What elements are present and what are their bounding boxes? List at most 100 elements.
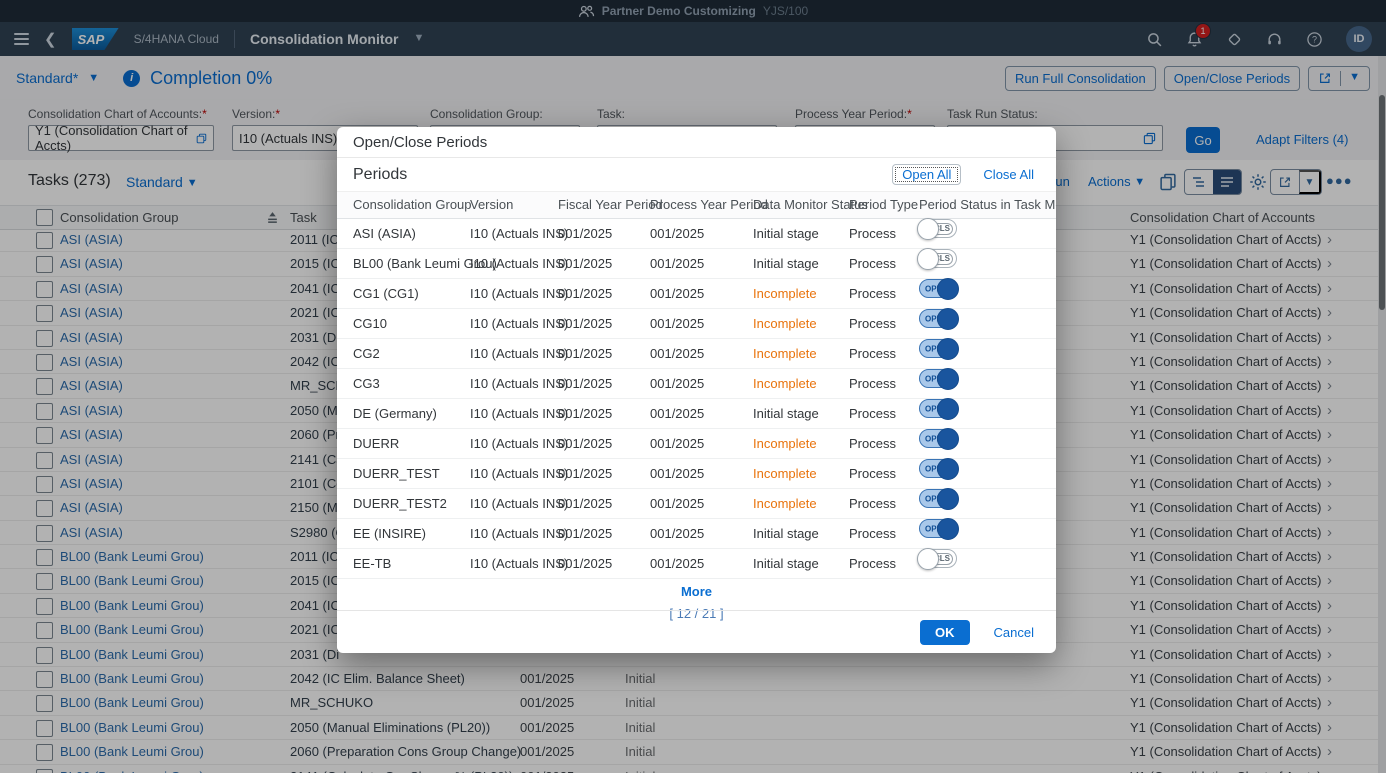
toggle-knob — [917, 548, 939, 570]
dialog-row-period-type: Process — [849, 459, 896, 488]
dialog-row-dm-status: Initial stage — [753, 219, 819, 248]
dialog-row-dm-status: Incomplete — [753, 369, 817, 398]
open-all-button[interactable]: Open All — [892, 164, 961, 185]
dialog-row-version: I10 (Actuals INS) — [470, 279, 568, 308]
period-status-toggle[interactable]: CLS — [919, 249, 957, 268]
toggle-knob — [937, 338, 959, 360]
dialog-row: EE (INSIRE) I10 (Actuals INS) 001/2025 0… — [337, 519, 1056, 549]
dialog-row-period-type: Process — [849, 249, 896, 278]
dialog-row: DUERR I10 (Actuals INS) 001/2025 001/202… — [337, 429, 1056, 459]
dialog-row: CG10 I10 (Actuals INS) 001/2025 001/2025… — [337, 309, 1056, 339]
toggle-knob — [937, 428, 959, 450]
ok-button[interactable]: OK — [920, 620, 970, 645]
dialog-row-period-type: Process — [849, 489, 896, 518]
dialog-row-fiscal: 001/2025 — [558, 309, 612, 338]
dialog-row-fiscal: 001/2025 — [558, 429, 612, 458]
period-status-toggle[interactable]: OPN — [919, 369, 957, 388]
dialog-row: ASI (ASIA) I10 (Actuals INS) 001/2025 00… — [337, 219, 1056, 249]
toggle-knob — [937, 458, 959, 480]
period-status-toggle[interactable]: OPN — [919, 339, 957, 358]
dialog-row-group: EE-TB — [353, 549, 391, 578]
dialog-row-process: 001/2025 — [650, 519, 704, 548]
dialog-row-fiscal: 001/2025 — [558, 459, 612, 488]
dialog-row-version: I10 (Actuals INS) — [470, 459, 568, 488]
periods-panel-header: Periods Open All Close All — [337, 158, 1056, 191]
dialog-row-fiscal: 001/2025 — [558, 369, 612, 398]
period-status-toggle[interactable]: OPN — [919, 309, 957, 328]
more-link[interactable]: More — [337, 584, 1056, 599]
dialog-row-dm-status: Incomplete — [753, 489, 817, 518]
dialog-row: DUERR_TEST I10 (Actuals INS) 001/2025 00… — [337, 459, 1056, 489]
dialog-row-process: 001/2025 — [650, 459, 704, 488]
dialog-row-process: 001/2025 — [650, 339, 704, 368]
dialog-row-process: 001/2025 — [650, 369, 704, 398]
dialog-row-dm-status: Initial stage — [753, 399, 819, 428]
toggle-knob — [937, 488, 959, 510]
toggle-knob — [937, 278, 959, 300]
toggle-knob — [917, 218, 939, 240]
dialog-row-version: I10 (Actuals INS) — [470, 249, 568, 278]
dialog-row-dm-status: Initial stage — [753, 249, 819, 278]
period-status-toggle[interactable]: OPN — [919, 459, 957, 478]
dialog-row-period-type: Process — [849, 369, 896, 398]
dialog-row-process: 001/2025 — [650, 219, 704, 248]
dialog-row-group: CG3 — [353, 369, 380, 398]
dialog-footer: OK Cancel — [337, 610, 1056, 653]
toggle-knob — [937, 518, 959, 540]
toggle-knob — [937, 368, 959, 390]
dialog-row: DE (Germany) I10 (Actuals INS) 001/2025 … — [337, 399, 1056, 429]
dialog-row-period-type: Process — [849, 399, 896, 428]
period-status-toggle[interactable]: OPN — [919, 489, 957, 508]
dialog-row-fiscal: 001/2025 — [558, 249, 612, 278]
dialog-row-period-type: Process — [849, 429, 896, 458]
toggle-knob — [917, 248, 939, 270]
dialog-row-version: I10 (Actuals INS) — [470, 309, 568, 338]
dialog-row-process: 001/2025 — [650, 309, 704, 338]
dialog-row-group: CG1 (CG1) — [353, 279, 419, 308]
dialog-row-group: DUERR_TEST2 — [353, 489, 447, 518]
cancel-button[interactable]: Cancel — [988, 624, 1040, 641]
dialog-row-version: I10 (Actuals INS) — [470, 549, 568, 578]
dialog-row-process: 001/2025 — [650, 249, 704, 278]
dialog-row-process: 001/2025 — [650, 549, 704, 578]
period-status-toggle[interactable]: OPN — [919, 399, 957, 418]
dialog-column-fiscal: Fiscal Year Period — [558, 192, 663, 218]
dialog-row-dm-status: Incomplete — [753, 459, 817, 488]
dialog-row-dm-status: Initial stage — [753, 519, 819, 548]
dialog-row-process: 001/2025 — [650, 399, 704, 428]
dialog-row-process: 001/2025 — [650, 489, 704, 518]
dialog-row-group: DUERR_TEST — [353, 459, 440, 488]
dialog-row-dm-status: Incomplete — [753, 309, 817, 338]
period-status-toggle[interactable]: OPN — [919, 519, 957, 538]
open-close-periods-dialog: Open/Close Periods Periods Open All Clos… — [337, 127, 1056, 653]
dialog-row-group: DUERR — [353, 429, 399, 458]
dialog-row-period-type: Process — [849, 219, 896, 248]
dialog-column-period-status: Period Status in Task Monitor — [919, 192, 1056, 218]
close-all-button[interactable]: Close All — [977, 166, 1040, 183]
dialog-row-dm-status: Initial stage — [753, 549, 819, 578]
dialog-row-dm-status: Incomplete — [753, 279, 817, 308]
dialog-row-period-type: Process — [849, 279, 896, 308]
panel-title: Periods — [353, 166, 407, 184]
dialog-column-group: Consolidation Group — [353, 192, 472, 218]
dialog-table-header: Consolidation Group Version Fiscal Year … — [337, 191, 1056, 219]
dialog-row-version: I10 (Actuals INS) — [470, 339, 568, 368]
dialog-row-process: 001/2025 — [650, 279, 704, 308]
dialog-row-group: EE (INSIRE) — [353, 519, 426, 548]
dialog-row: EE-TB I10 (Actuals INS) 001/2025 001/202… — [337, 549, 1056, 579]
dialog-row-version: I10 (Actuals INS) — [470, 219, 568, 248]
dialog-column-period-type: Period Type — [849, 192, 918, 218]
dialog-row: CG3 I10 (Actuals INS) 001/2025 001/2025 … — [337, 369, 1056, 399]
dialog-row-period-type: Process — [849, 309, 896, 338]
period-status-toggle[interactable]: OPN — [919, 429, 957, 448]
dialog-row-fiscal: 001/2025 — [558, 519, 612, 548]
dialog-row-fiscal: 001/2025 — [558, 489, 612, 518]
dialog-row-group: CG2 — [353, 339, 380, 368]
period-status-toggle[interactable]: OPN — [919, 279, 957, 298]
dialog-row-fiscal: 001/2025 — [558, 399, 612, 428]
dialog-row-period-type: Process — [849, 549, 896, 578]
dialog-row-version: I10 (Actuals INS) — [470, 489, 568, 518]
period-status-toggle[interactable]: CLS — [919, 549, 957, 568]
period-status-toggle[interactable]: CLS — [919, 219, 957, 238]
dialog-row-fiscal: 001/2025 — [558, 339, 612, 368]
